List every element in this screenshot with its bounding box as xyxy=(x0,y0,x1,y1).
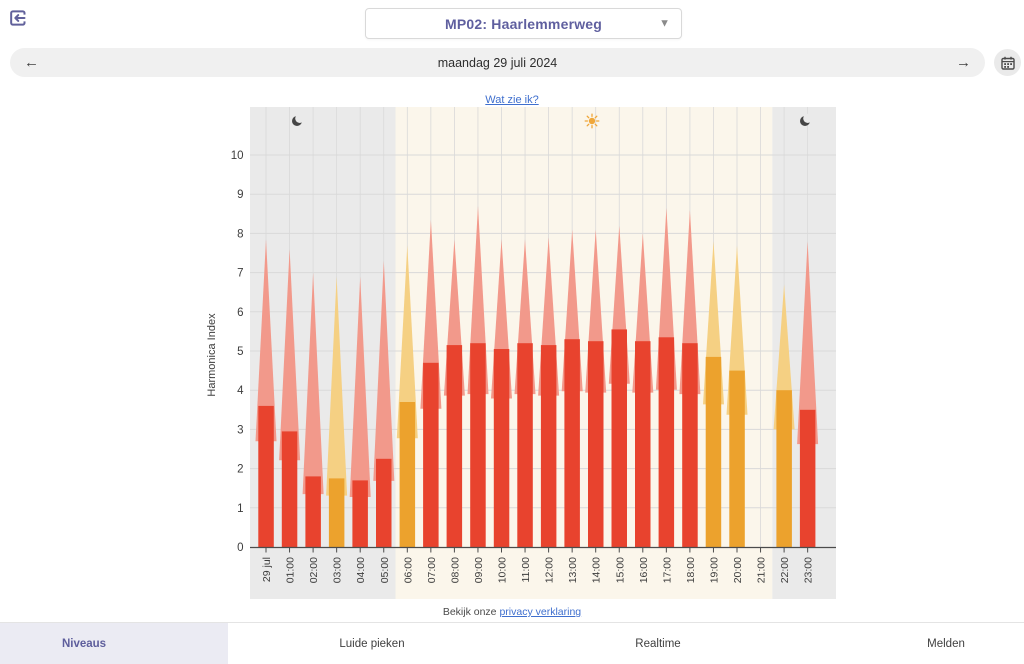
x-tick-label: 09:00 xyxy=(473,557,485,583)
level-bar xyxy=(659,337,675,547)
y-tick-label: 1 xyxy=(237,503,243,515)
x-tick-label: 22:00 xyxy=(779,557,791,583)
tab-luide-pieken[interactable]: Luide pieken xyxy=(329,632,414,656)
exit-left-icon xyxy=(7,8,27,28)
x-tick-label: 10:00 xyxy=(497,557,509,583)
x-tick-label: 07:00 xyxy=(426,557,438,583)
x-tick-label: 23:00 xyxy=(803,557,815,583)
y-tick-label: 6 xyxy=(237,307,243,319)
x-tick-label: 03:00 xyxy=(332,557,344,583)
previous-day-button[interactable]: ← xyxy=(24,55,39,70)
y-axis-title: Harmonica Index xyxy=(206,313,218,397)
y-tick-label: 3 xyxy=(237,424,243,436)
station-select[interactable]: MP02: Haarlemmerweg ▼ xyxy=(365,8,682,39)
x-tick-label: 18:00 xyxy=(685,557,697,583)
x-tick-label: 04:00 xyxy=(355,557,367,583)
y-tick-label: 2 xyxy=(237,464,243,476)
harmonica-index-chart: 0 1 2 3 4 5 6 7 8 9 10 Harmonica Index 29 jul 01:00 02… xyxy=(0,105,1024,602)
calendar-icon xyxy=(1001,56,1015,70)
level-bar xyxy=(352,480,368,547)
level-bar xyxy=(305,476,321,547)
chart-svg: 0 1 2 3 4 5 6 7 8 9 10 Harmonica Index 29 jul 01:00 02… xyxy=(0,105,1024,602)
y-tick-label: 10 xyxy=(231,150,244,162)
privacy-statement-link[interactable]: privacy verklaring xyxy=(499,606,581,618)
y-tick-label: 4 xyxy=(237,385,244,397)
x-tick-label: 06:00 xyxy=(402,557,414,583)
station-select-value: MP02: Haarlemmerweg xyxy=(445,16,602,32)
tab-niveaus[interactable]: Niveaus xyxy=(52,632,116,656)
tab-realtime[interactable]: Realtime xyxy=(625,632,690,656)
level-bar xyxy=(541,345,557,547)
level-bar xyxy=(423,363,439,547)
noise-monitor-app: MP02: Haarlemmerweg ▼ ← maandag 29 juli … xyxy=(0,0,1024,664)
level-bar xyxy=(258,406,274,547)
x-tick-label: 12:00 xyxy=(544,557,556,583)
x-tick-label: 02:00 xyxy=(308,557,320,583)
level-bar xyxy=(706,357,722,547)
x-tick-label: 16:00 xyxy=(638,557,650,583)
x-tick-label: 08:00 xyxy=(449,557,461,583)
bottom-navigation: Niveaus Luide pieken Realtime Melden xyxy=(0,622,1024,664)
level-bar xyxy=(494,349,510,547)
privacy-prefix-text: Bekijk onze xyxy=(443,606,497,618)
level-bar xyxy=(447,345,463,547)
level-bar xyxy=(776,390,792,547)
x-tick-label: 17:00 xyxy=(661,557,673,583)
x-tick-label: 13:00 xyxy=(567,557,579,583)
x-tick-label: 11:00 xyxy=(520,557,532,583)
y-tick-label: 9 xyxy=(237,189,243,201)
x-tick-label: 20:00 xyxy=(732,557,744,583)
tab-melden[interactable]: Melden xyxy=(917,632,975,656)
y-tick-label: 8 xyxy=(237,228,243,240)
y-tick-label: 0 xyxy=(237,542,243,554)
calendar-button[interactable] xyxy=(994,49,1021,76)
exit-button[interactable] xyxy=(7,8,27,28)
level-bar xyxy=(400,402,416,547)
x-tick-label: 05:00 xyxy=(379,557,391,583)
x-tick-label: 21:00 xyxy=(756,557,768,583)
level-bar xyxy=(729,371,745,547)
level-bar xyxy=(376,459,392,547)
level-bar xyxy=(470,343,486,547)
chevron-down-icon: ▼ xyxy=(659,17,670,29)
sun-icon xyxy=(585,114,599,128)
y-tick-label: 5 xyxy=(237,346,243,358)
x-tick-label: 19:00 xyxy=(708,557,720,583)
y-tick-label: 7 xyxy=(237,268,243,280)
level-bar xyxy=(588,341,604,547)
x-tick-label: 14:00 xyxy=(591,557,603,583)
date-navigation-bar: ← maandag 29 juli 2024 → xyxy=(10,48,985,77)
level-bar xyxy=(282,431,298,547)
level-bar xyxy=(517,343,533,547)
privacy-row: Bekijk onze privacy verklaring xyxy=(0,606,1024,618)
x-tick-label: 15:00 xyxy=(614,557,626,583)
level-bar xyxy=(329,478,345,547)
next-day-button[interactable]: → xyxy=(956,55,971,70)
current-date-label: maandag 29 juli 2024 xyxy=(438,56,558,70)
level-bar xyxy=(635,341,651,547)
level-bar xyxy=(612,329,628,547)
level-bar xyxy=(682,343,698,547)
x-tick-label: 29 jul xyxy=(261,557,273,582)
level-bar xyxy=(800,410,816,547)
x-tick-label: 01:00 xyxy=(285,557,297,583)
level-bar xyxy=(564,339,580,547)
